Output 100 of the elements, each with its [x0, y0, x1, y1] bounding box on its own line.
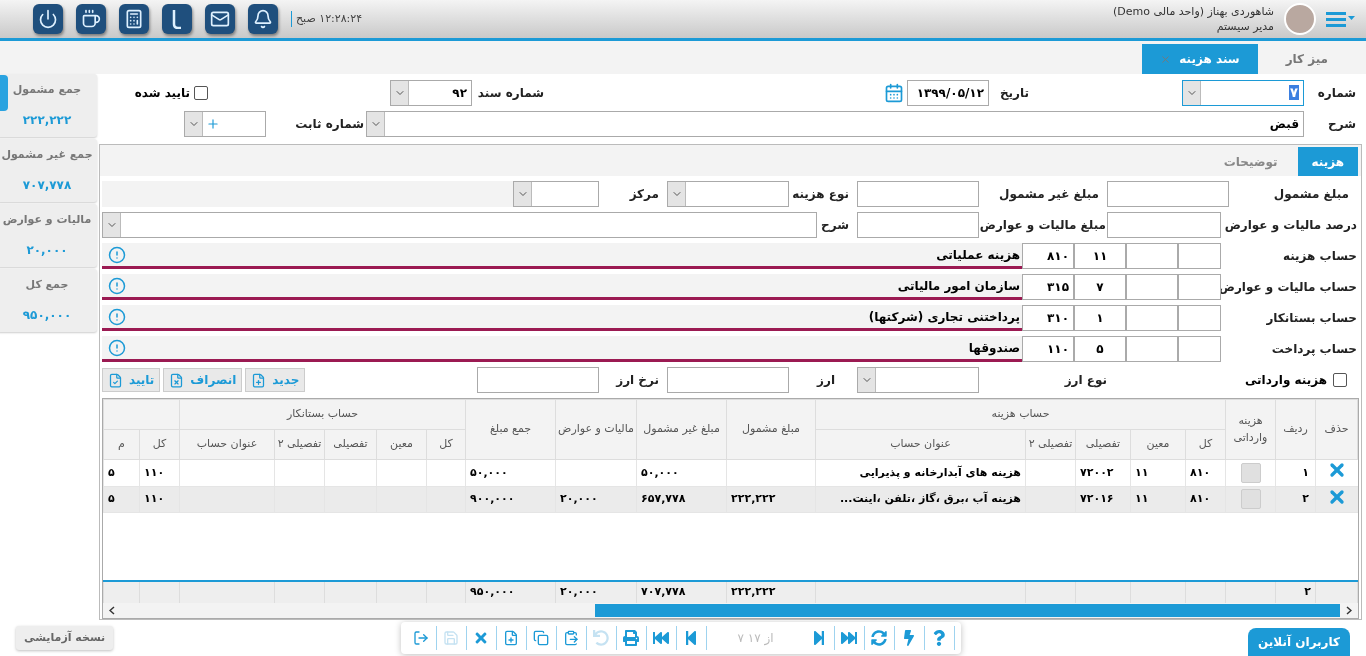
calculator-icon	[124, 9, 144, 29]
checkbox[interactable]	[1333, 373, 1347, 387]
field-label: نوع هزینه	[791, 186, 850, 203]
code-field[interactable]	[1126, 243, 1178, 269]
document-number-select[interactable]: ۹۲	[390, 80, 472, 106]
table-row[interactable]: ۱ ۸۱۰ ۱۱ ۷۲۰۰۲ هزینه های آبدارخانه و پذیرایی ۵۰,۰۰۰ ۵۰,۰۰۰ ۱۱۰ ۵	[103, 459, 1358, 486]
table-cell: ۵	[108, 492, 115, 505]
file-plus-icon	[503, 630, 520, 646]
number-select[interactable]: ۷	[1182, 80, 1304, 106]
percent-field[interactable]	[1107, 212, 1221, 238]
print-icon	[623, 630, 640, 646]
table-cell: ۸۱۰	[1190, 492, 1211, 505]
account-title: سازمان امور مالیاتی	[897, 277, 1020, 295]
field-label: مرکز	[628, 186, 660, 203]
summary-label: جمع غیر مشمول	[1, 147, 93, 164]
checkbox[interactable]	[194, 86, 208, 100]
power-button[interactable]	[33, 4, 63, 34]
currency-type-select[interactable]	[857, 367, 979, 393]
code-field[interactable]	[1126, 274, 1178, 300]
coffee-icon	[81, 9, 101, 29]
field-label: حساب بستانکار	[1265, 310, 1358, 327]
column-header: تفصیلی ۲	[277, 437, 322, 451]
hook-button[interactable]	[162, 4, 192, 34]
field-label: شماره	[1316, 85, 1357, 102]
column-header: مبلغ مشمول	[742, 422, 800, 436]
column-header: مالیات و عوارض	[558, 422, 634, 436]
first-icon	[653, 630, 670, 646]
clipboard-icon	[563, 630, 580, 646]
file-x-icon	[169, 372, 185, 388]
notifications-button[interactable]	[248, 4, 278, 34]
code-field[interactable]: ۱۱۰	[1022, 336, 1074, 362]
code-field[interactable]: ۱	[1074, 305, 1126, 331]
calculator-button[interactable]	[119, 4, 149, 34]
code-field[interactable]	[1178, 305, 1221, 331]
alert-icon[interactable]	[108, 276, 126, 295]
plus-icon[interactable]	[206, 117, 220, 131]
field-label: نوع ارز	[1063, 372, 1107, 389]
coffee-button[interactable]	[76, 4, 106, 34]
table-cell: ۲۲۲,۲۲۲	[731, 585, 776, 599]
field-label: تاریخ	[998, 85, 1029, 102]
amount-field[interactable]	[1107, 181, 1229, 207]
column-header: تفصیلی ۲	[1028, 437, 1073, 451]
summary-value: ۷۰۷,۷۷۸	[22, 176, 72, 194]
help-icon	[931, 630, 948, 646]
amount-field[interactable]	[857, 181, 979, 207]
column-header: تفصیلی	[1085, 437, 1121, 451]
chevron-left-icon[interactable]	[109, 606, 115, 615]
description-select[interactable]: قبض	[366, 111, 1304, 137]
summary-value: ۲۲۲,۲۲۲	[22, 111, 72, 129]
column-header: معین	[1146, 437, 1170, 451]
code-field[interactable]	[1126, 305, 1178, 331]
horizontal-scrollbar[interactable]	[103, 603, 1358, 618]
code-field[interactable]: ۷	[1074, 274, 1126, 300]
code-field[interactable]: ۵	[1074, 336, 1126, 362]
alert-icon[interactable]	[108, 307, 126, 326]
fixed-number-select[interactable]	[184, 111, 266, 137]
column-header: تفصیلی	[333, 437, 368, 451]
column-header: کل	[152, 437, 167, 451]
chevron-right-icon[interactable]	[1346, 606, 1352, 615]
code-field[interactable]: ۱۱	[1074, 243, 1126, 269]
undo-icon	[593, 630, 610, 646]
table-cell: هزینه های آبدارخانه و پذیرایی	[859, 465, 1021, 479]
exit-icon	[413, 630, 430, 646]
note-select[interactable]	[102, 212, 817, 238]
avatar	[1284, 3, 1316, 35]
calendar-icon[interactable]	[884, 83, 904, 103]
checkbox-label: تایید شده	[134, 85, 190, 102]
field-label: مبلغ مشمول	[1272, 186, 1350, 203]
code-field[interactable]	[1178, 243, 1221, 269]
menu-icon[interactable]	[1326, 10, 1356, 28]
field-label: شرح	[1327, 116, 1357, 133]
account-title: هزینه عملیاتی	[936, 246, 1020, 264]
copy-icon	[533, 630, 550, 646]
date-field[interactable]: ۱۳۹۹/۰۵/۱۲	[907, 80, 989, 106]
code-field[interactable]	[1178, 274, 1221, 300]
last-icon	[841, 630, 858, 646]
code-field[interactable]: ۸۱۰	[1022, 243, 1074, 269]
currency-field[interactable]	[667, 367, 789, 393]
field-label: حساب پرداخت	[1270, 341, 1358, 358]
code-field[interactable]	[1178, 336, 1221, 362]
amount-field[interactable]	[857, 212, 979, 238]
code-field[interactable]: ۳۱۵	[1022, 274, 1074, 300]
tab[interactable]: میز کار	[1267, 44, 1346, 74]
table-cell: ۵۰,۰۰۰	[470, 465, 508, 479]
panel-handle[interactable]	[0, 75, 8, 111]
summary-value: ۹۵۰,۰۰۰	[22, 306, 72, 324]
code-field[interactable]	[1126, 336, 1178, 362]
code-field[interactable]: ۳۱۰	[1022, 305, 1074, 331]
table-cell: هزینه آب ،برق ،گاز ،تلفن ،اینت...	[839, 492, 1021, 505]
table-row[interactable]: ۲ ۸۱۰ ۱۱ ۷۲۰۱۶ هزینه آب ،برق ،گاز ،تلفن ،اینت... ۲۲۲,۲۲۲ ۶۵۷,۷۷۸ ۲۰,۰۰۰ ۹۰۰,۰۰۰ ۱۱۰ ۵	[103, 486, 1358, 513]
alert-icon[interactable]	[108, 338, 126, 357]
field-label: شماره سند	[476, 85, 544, 102]
alert-icon[interactable]	[108, 245, 126, 264]
table-cell: ۲۰,۰۰۰	[560, 492, 598, 505]
rate-field[interactable]	[477, 367, 599, 393]
user-role: مدیر سیستم	[1215, 19, 1274, 34]
mail-button[interactable]	[205, 4, 235, 34]
center-select[interactable]	[513, 181, 599, 207]
table-cell: ۷۲۰۰۲	[1080, 465, 1114, 479]
cost-type-select[interactable]	[667, 181, 789, 207]
